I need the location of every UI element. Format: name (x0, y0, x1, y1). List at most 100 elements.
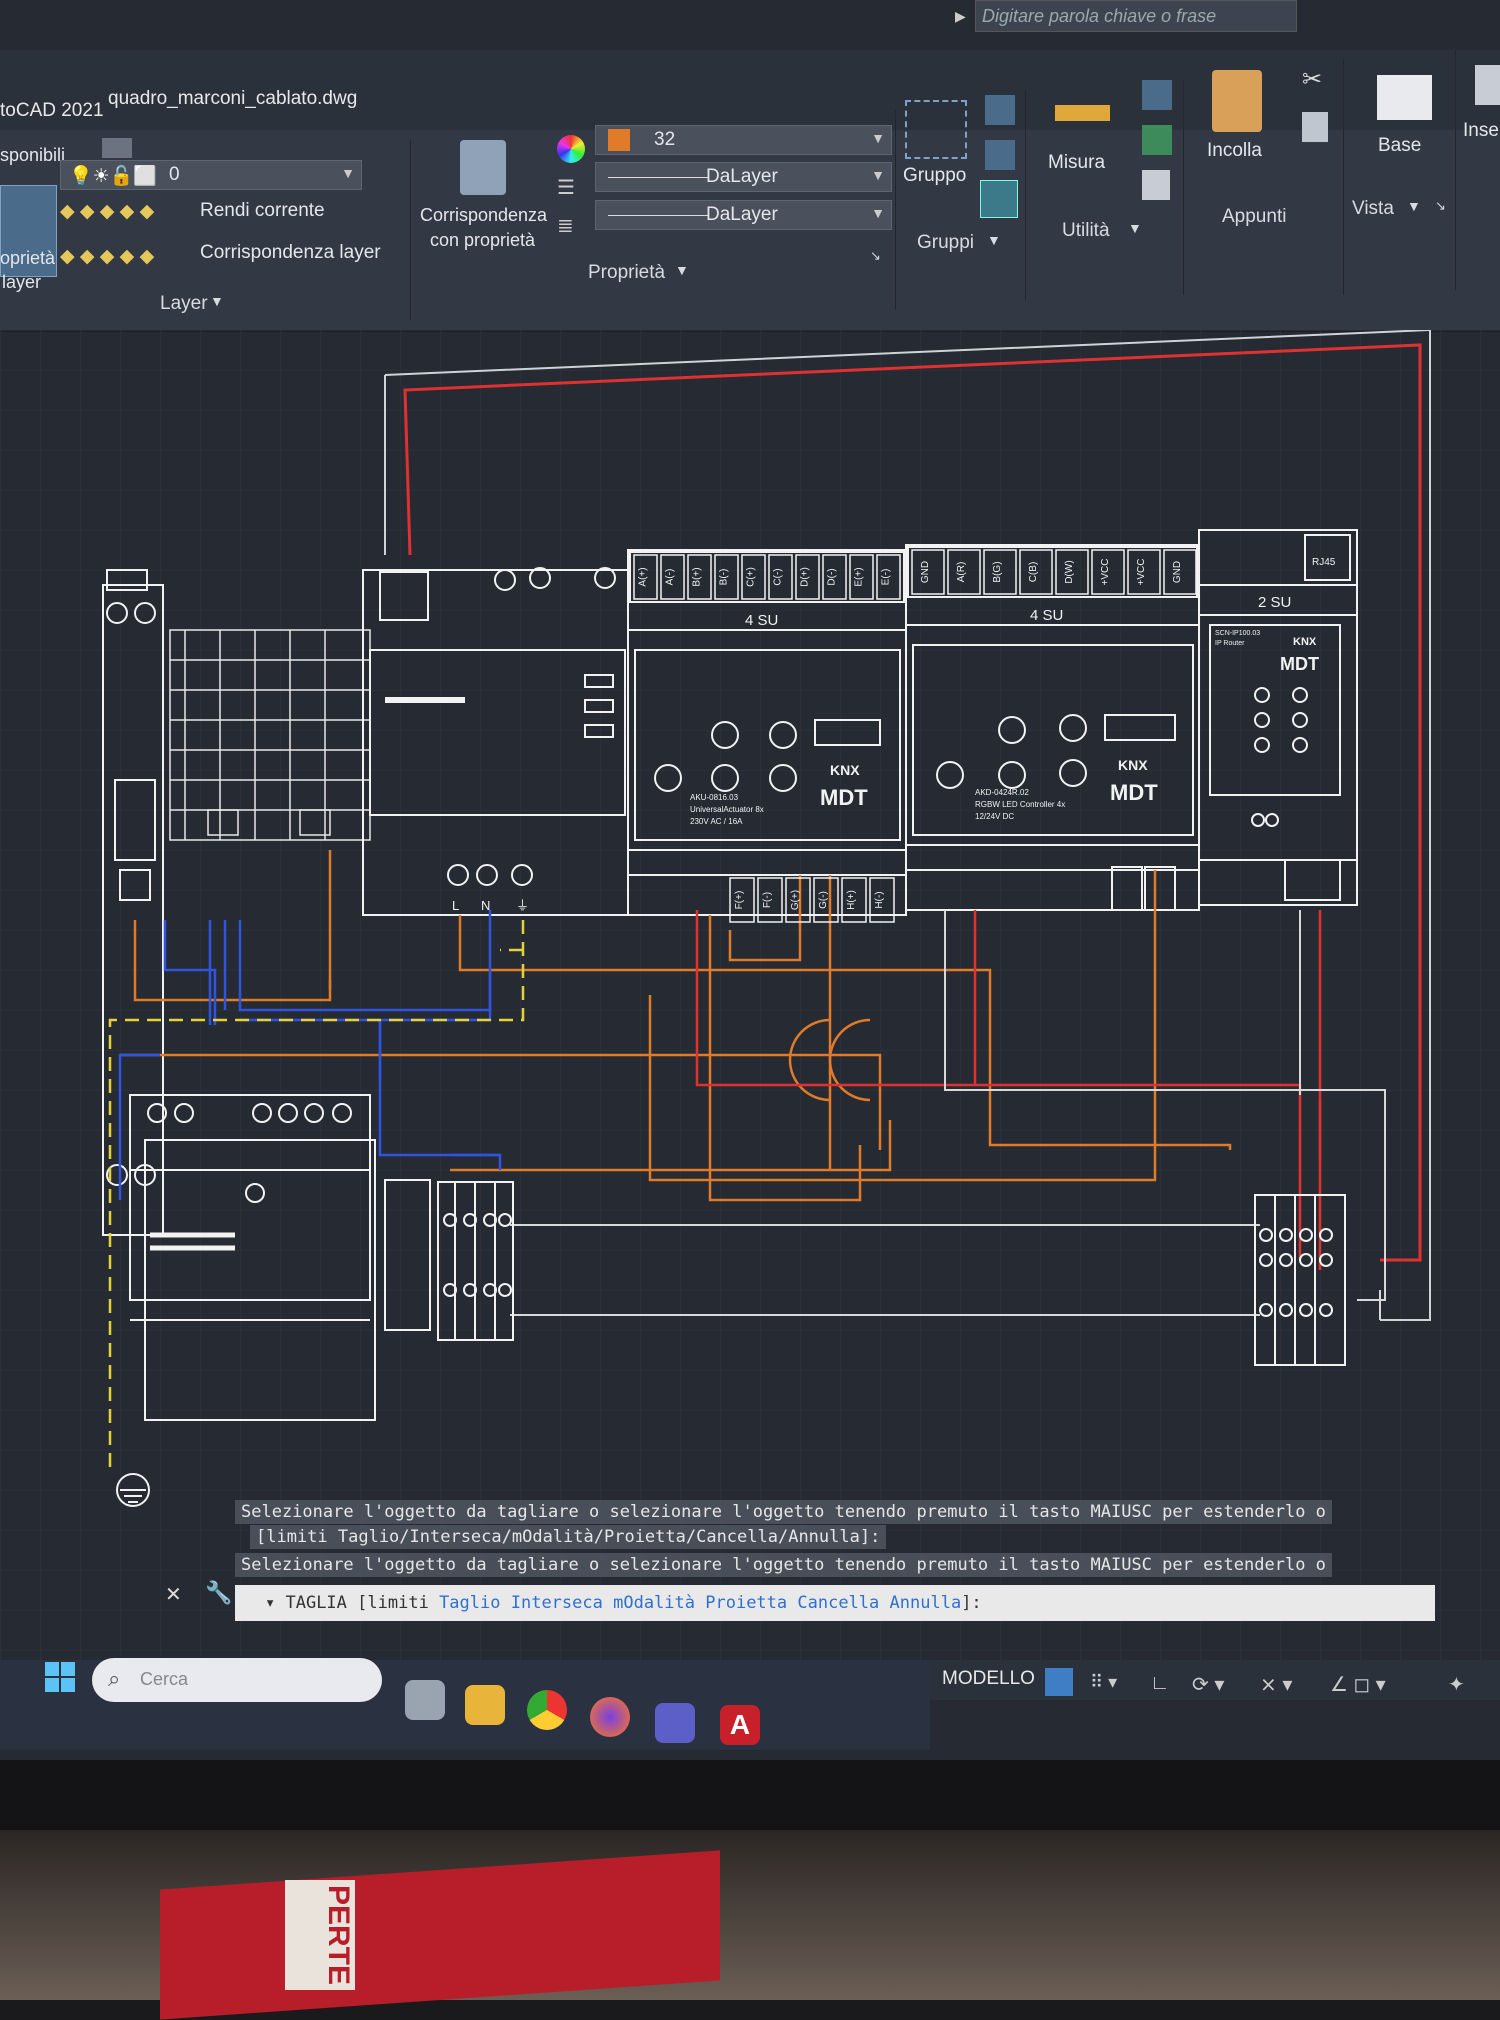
copy-icon[interactable] (1302, 112, 1328, 142)
color-dropdown[interactable]: 32 ▼ (595, 125, 892, 155)
ribbon-separator (895, 110, 896, 310)
group-edit-icon[interactable] (985, 140, 1015, 170)
actuator-2-model: AKD-0424R.02 (975, 788, 1029, 797)
layer-group-chevron-icon[interactable]: ▼ (210, 293, 224, 309)
clipboard-group-label[interactable]: Appunti (1222, 206, 1286, 228)
isodraft-toggle-icon[interactable]: ∠ ◻ ▾ (1330, 1672, 1386, 1697)
view-launcher-icon[interactable]: ↘ (1435, 198, 1446, 214)
firefox-icon[interactable] (590, 1697, 630, 1737)
drawing-canvas[interactable]: L N ⏚ 4 SU KNX MDT AKU-0816.03 Universal… (0, 330, 1500, 1670)
command-line-input[interactable]: ▾ TAGLIA [limiti Taglio Interseca mOdali… (235, 1585, 1435, 1621)
option-annulla[interactable]: Annulla (890, 1593, 962, 1613)
file-name: quadro_marconi_cablato.dwg (108, 88, 358, 109)
layer-tools-icons-row1[interactable]: ◆ ◆ ◆ ◆ ◆ (60, 200, 154, 223)
actuator-2-desc1: RGBW LED Controller 4x (975, 800, 1065, 809)
layer-match-button[interactable]: Corrispondenza layer (200, 242, 381, 264)
make-current-button[interactable]: Rendi corrente (200, 200, 325, 222)
layer-tools-icons-row2[interactable]: ◆ ◆ ◆ ◆ ◆ (60, 245, 154, 268)
paste-icon[interactable] (1212, 70, 1262, 132)
router-desc: IP Router (1215, 640, 1245, 647)
windows-start-icon[interactable] (45, 1662, 75, 1692)
lineweight-icon[interactable]: ≣ (557, 213, 585, 241)
ribbon-separator (1183, 80, 1184, 295)
utilities-group-label[interactable]: Utilità (1062, 220, 1110, 242)
actuator-2-brand: KNX (1118, 757, 1148, 773)
option-proietta[interactable]: Proietta (705, 1593, 787, 1613)
insert-partial-label[interactable]: Inse (1463, 120, 1499, 142)
grid-toggle-icon[interactable] (1045, 1668, 1073, 1696)
ortho-toggle-icon[interactable]: ∟ (1150, 1672, 1170, 1695)
group-icon[interactable] (905, 100, 967, 159)
paste-button[interactable]: Incolla (1207, 140, 1262, 162)
polar-toggle-icon[interactable]: ⟳ ▾ (1192, 1672, 1224, 1697)
snap-toggle-icon[interactable]: ⠿ ▾ (1090, 1672, 1117, 1693)
customize-command-line-icon[interactable]: 🔧 (205, 1580, 232, 1606)
actuator-1-model: AKU-0816.03 (690, 793, 739, 802)
actuator-2-terminal-label: GND (1172, 561, 1183, 583)
actuator-1-terminal-label: D(+) (800, 567, 811, 587)
model-tab[interactable]: MODELLO (942, 1668, 1035, 1690)
linetype-value: DaLayer (706, 166, 778, 187)
actuator-2-units: 4 SU (1030, 607, 1063, 624)
quick-select-icon[interactable] (1142, 80, 1172, 110)
actuator-1-maker: MDT (820, 785, 868, 810)
search-expand-icon[interactable]: ▶ (955, 8, 966, 25)
linetype-icon[interactable]: ☰ (557, 175, 585, 203)
lineweight-dropdown[interactable]: DaLayer ▼ (595, 200, 892, 230)
layer-state-icon[interactable] (102, 138, 132, 158)
command-name: TAGLIA (285, 1593, 347, 1613)
teams-icon[interactable] (655, 1703, 695, 1743)
properties-group-label[interactable]: Proprietà (588, 262, 665, 284)
chrome-icon[interactable] (527, 1690, 567, 1730)
insert-icon[interactable] (1475, 65, 1500, 105)
command-prompt-close: ]: (961, 1593, 982, 1613)
cut-icon[interactable]: ✂ (1302, 65, 1332, 95)
base-view-icon[interactable] (1377, 75, 1432, 120)
select-all-icon[interactable] (1142, 125, 1172, 155)
match-properties-label-2[interactable]: con proprietà (430, 230, 535, 251)
option-interseca[interactable]: Interseca (511, 1593, 603, 1613)
groups-group-label[interactable]: Gruppi (917, 232, 974, 254)
groups-chevron-icon[interactable]: ▼ (987, 232, 1001, 248)
properties-launcher-icon[interactable]: ↘ (870, 248, 881, 264)
linetype-dropdown[interactable]: DaLayer ▼ (595, 162, 892, 192)
taskbar-search-box[interactable]: ⌕ Cerca (92, 1658, 382, 1702)
view-chevron-icon[interactable]: ▼ (1407, 198, 1421, 214)
actuator-1-bottom-terminal-label: H(-) (874, 891, 885, 908)
color-wheel-icon[interactable] (557, 135, 585, 163)
group-button[interactable]: Gruppo (903, 165, 966, 187)
actuator-1-brand: KNX (830, 762, 860, 778)
ungroup-icon[interactable] (985, 95, 1015, 125)
command-prompt: ▾ TAGLIA [limiti Taglio Interseca mOdali… (265, 1593, 982, 1613)
measure-icon[interactable] (1055, 105, 1110, 121)
actuator-1-terminal-label: A(+) (638, 567, 649, 586)
match-properties-icon[interactable] (460, 140, 506, 195)
properties-group-chevron-icon[interactable]: ▼ (675, 262, 689, 278)
layer-group-label[interactable]: Layer (160, 293, 208, 315)
option-cancella[interactable]: Cancella (797, 1593, 879, 1613)
osnap-toggle-icon[interactable]: ⨯ ▾ (1260, 1672, 1292, 1697)
file-explorer-icon[interactable] (465, 1685, 505, 1725)
measure-button[interactable]: Misura (1048, 152, 1105, 174)
utilities-chevron-icon[interactable]: ▼ (1128, 220, 1142, 236)
option-taglio[interactable]: Taglio (439, 1593, 500, 1613)
ribbon-separator (1455, 50, 1456, 290)
actuator-1-desc2: 230V AC / 16A (690, 817, 743, 826)
keyword-search-input[interactable]: Digitare parola chiave o frase (975, 0, 1297, 32)
layer-dropdown[interactable]: 💡☀🔓⬜ 0 ▼ (60, 160, 362, 190)
match-properties-label-1[interactable]: Corrispondenza (420, 205, 547, 226)
annotation-scale-icon[interactable]: ✦ (1448, 1672, 1465, 1697)
group-select-icon[interactable] (980, 180, 1018, 218)
task-view-icon[interactable] (405, 1680, 445, 1720)
autocad-icon[interactable]: A (720, 1705, 760, 1745)
ribbon-partial-label: sponibili (0, 145, 66, 165)
option-modalita[interactable]: mOdalità (613, 1593, 695, 1613)
actuator-1-bottom-terminal-label: F(+) (734, 891, 745, 910)
color-value: 32 (654, 129, 676, 150)
layer-properties-label-2: layer (2, 272, 42, 292)
calculator-icon[interactable] (1142, 170, 1170, 200)
base-button[interactable]: Base (1378, 135, 1421, 157)
close-command-line-icon[interactable]: ✕ (165, 1582, 182, 1607)
router-model: SCN-IP100.03 (1215, 630, 1260, 637)
view-group-label[interactable]: Vista (1352, 198, 1394, 220)
